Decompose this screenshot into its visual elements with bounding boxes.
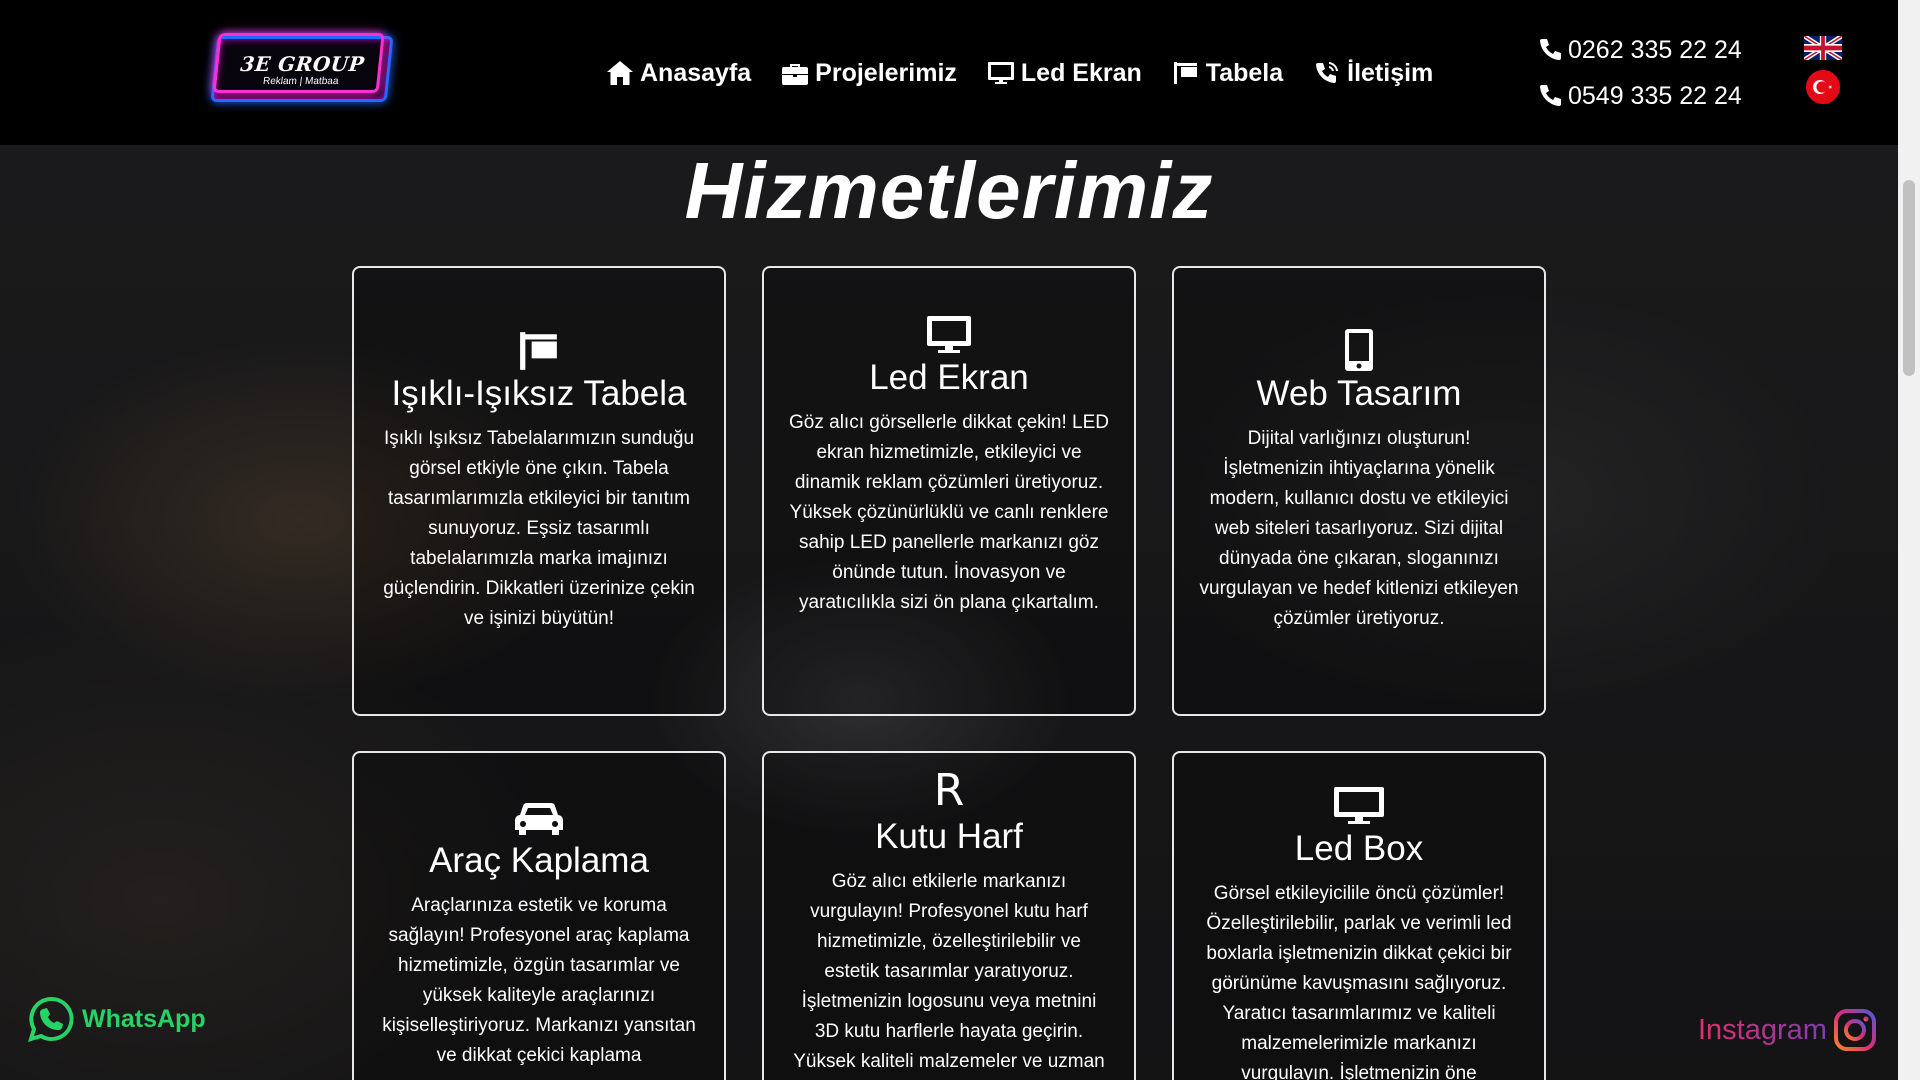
- briefcase-icon: [782, 64, 809, 85]
- service-card-tabela[interactable]: Işıklı-Işıksız Tabela Işıklı Işıksız Tab…: [352, 266, 726, 716]
- turkey-flag-icon[interactable]: [1806, 70, 1840, 104]
- nav-item-tabela[interactable]: Tabela: [1172, 59, 1283, 88]
- sign-icon: [1173, 62, 1197, 84]
- nav-label: Tabela: [1205, 58, 1284, 87]
- service-card-web-tasarim[interactable]: Web Tasarım Dijital varlığınızı oluşturu…: [1172, 266, 1546, 716]
- instagram-label: Instagram: [1698, 1013, 1827, 1046]
- nav-item-anasayfa[interactable]: Anasayfa: [606, 59, 751, 88]
- phone-number: 0549 335 22 24: [1568, 81, 1742, 110]
- monitor-icon: [987, 62, 1014, 84]
- nav-item-led-ekran[interactable]: Led Ekran: [987, 59, 1142, 88]
- car-icon: [378, 799, 700, 839]
- nav-label: Anasayfa: [640, 58, 752, 87]
- card-title: Led Ekran: [869, 358, 1029, 397]
- site-header: 3E GROUP Reklam | Matbaa Anasayfa Projel…: [0, 0, 1898, 145]
- card-text: Görsel etkileyicilile öncü çözümler! Öze…: [1206, 883, 1512, 1080]
- phone-icon: [1540, 39, 1561, 60]
- home-icon: [607, 61, 633, 85]
- instagram-button[interactable]: Instagram: [1698, 1008, 1877, 1052]
- whatsapp-icon: [28, 996, 74, 1042]
- phone-volume-icon: [1316, 62, 1339, 83]
- service-card-led-box[interactable]: Led Box Görsel etkileyicilile öncü çözüm…: [1172, 751, 1546, 1080]
- instagram-icon: [1833, 1009, 1876, 1051]
- letter-r-glyph: R: [933, 765, 965, 816]
- card-text: Araçlarınıza estetik ve koruma sağlayın!…: [382, 895, 696, 1066]
- mobile-icon: [1198, 328, 1520, 372]
- service-card-led-ekran[interactable]: Led Ekran Göz alıcı görsellerle dikkat ç…: [762, 266, 1136, 716]
- whatsapp-button[interactable]: WhatsApp: [28, 996, 206, 1042]
- logo-title: 3E GROUP: [239, 51, 366, 76]
- card-text: Göz alıcı görsellerle dikkat çekin! LED …: [789, 412, 1109, 613]
- phone-link-1[interactable]: 0262 335 22 24: [1538, 33, 1742, 67]
- nav-label: Projelerimiz: [815, 58, 957, 87]
- card-title: Kutu Harf: [875, 817, 1023, 856]
- card-text: Dijital varlığınızı oluşturun! İşletmeni…: [1199, 428, 1519, 629]
- letter-r-icon: R: [788, 767, 1110, 815]
- phone-link-2[interactable]: 0549 335 22 24: [1538, 79, 1742, 113]
- monitor-icon: [1198, 785, 1520, 827]
- sign-icon: [378, 330, 700, 372]
- brand-logo[interactable]: 3E GROUP Reklam | Matbaa: [210, 36, 394, 102]
- phone-number: 0262 335 22 24: [1568, 35, 1742, 64]
- nav-item-projelerimiz[interactable]: Projelerimiz: [781, 59, 957, 88]
- nav-label: Led Ekran: [1020, 58, 1142, 87]
- logo-subtitle: Reklam | Matbaa: [262, 75, 340, 87]
- card-title: Işıklı-Işıksız Tabela: [391, 374, 687, 413]
- scrollbar-track[interactable]: [1898, 0, 1920, 1080]
- phone-list: 0262 335 22 24 0549 335 22 24: [1538, 33, 1742, 125]
- section-title: Hizmetlerimiz: [684, 146, 1214, 235]
- card-text: Işıklı Işıksız Tabelalarımızın sunduğu g…: [383, 428, 695, 629]
- card-text: Göz alıcı etkilerle markanızı vurgulayın…: [793, 871, 1105, 1072]
- card-title: Web Tasarım: [1256, 374, 1462, 413]
- main-nav: Anasayfa Projelerimiz Led Ekran Tabela İ…: [606, 55, 1433, 91]
- phone-icon: [1540, 85, 1561, 106]
- whatsapp-label: WhatsApp: [82, 1004, 206, 1033]
- nav-item-iletisim[interactable]: İletişim: [1313, 59, 1433, 88]
- monitor-icon: [788, 314, 1110, 356]
- scrollbar-thumb[interactable]: [1903, 180, 1915, 376]
- service-card-kutu-harf[interactable]: R Kutu Harf Göz alıcı etkilerle markanız…: [762, 751, 1136, 1080]
- card-title: Araç Kaplama: [429, 841, 649, 880]
- service-card-arac-kaplama[interactable]: Araç Kaplama Araçlarınıza estetik ve kor…: [352, 751, 726, 1080]
- card-title: Led Box: [1294, 829, 1424, 868]
- nav-label: İletişim: [1347, 58, 1434, 87]
- uk-flag-icon[interactable]: [1804, 36, 1842, 60]
